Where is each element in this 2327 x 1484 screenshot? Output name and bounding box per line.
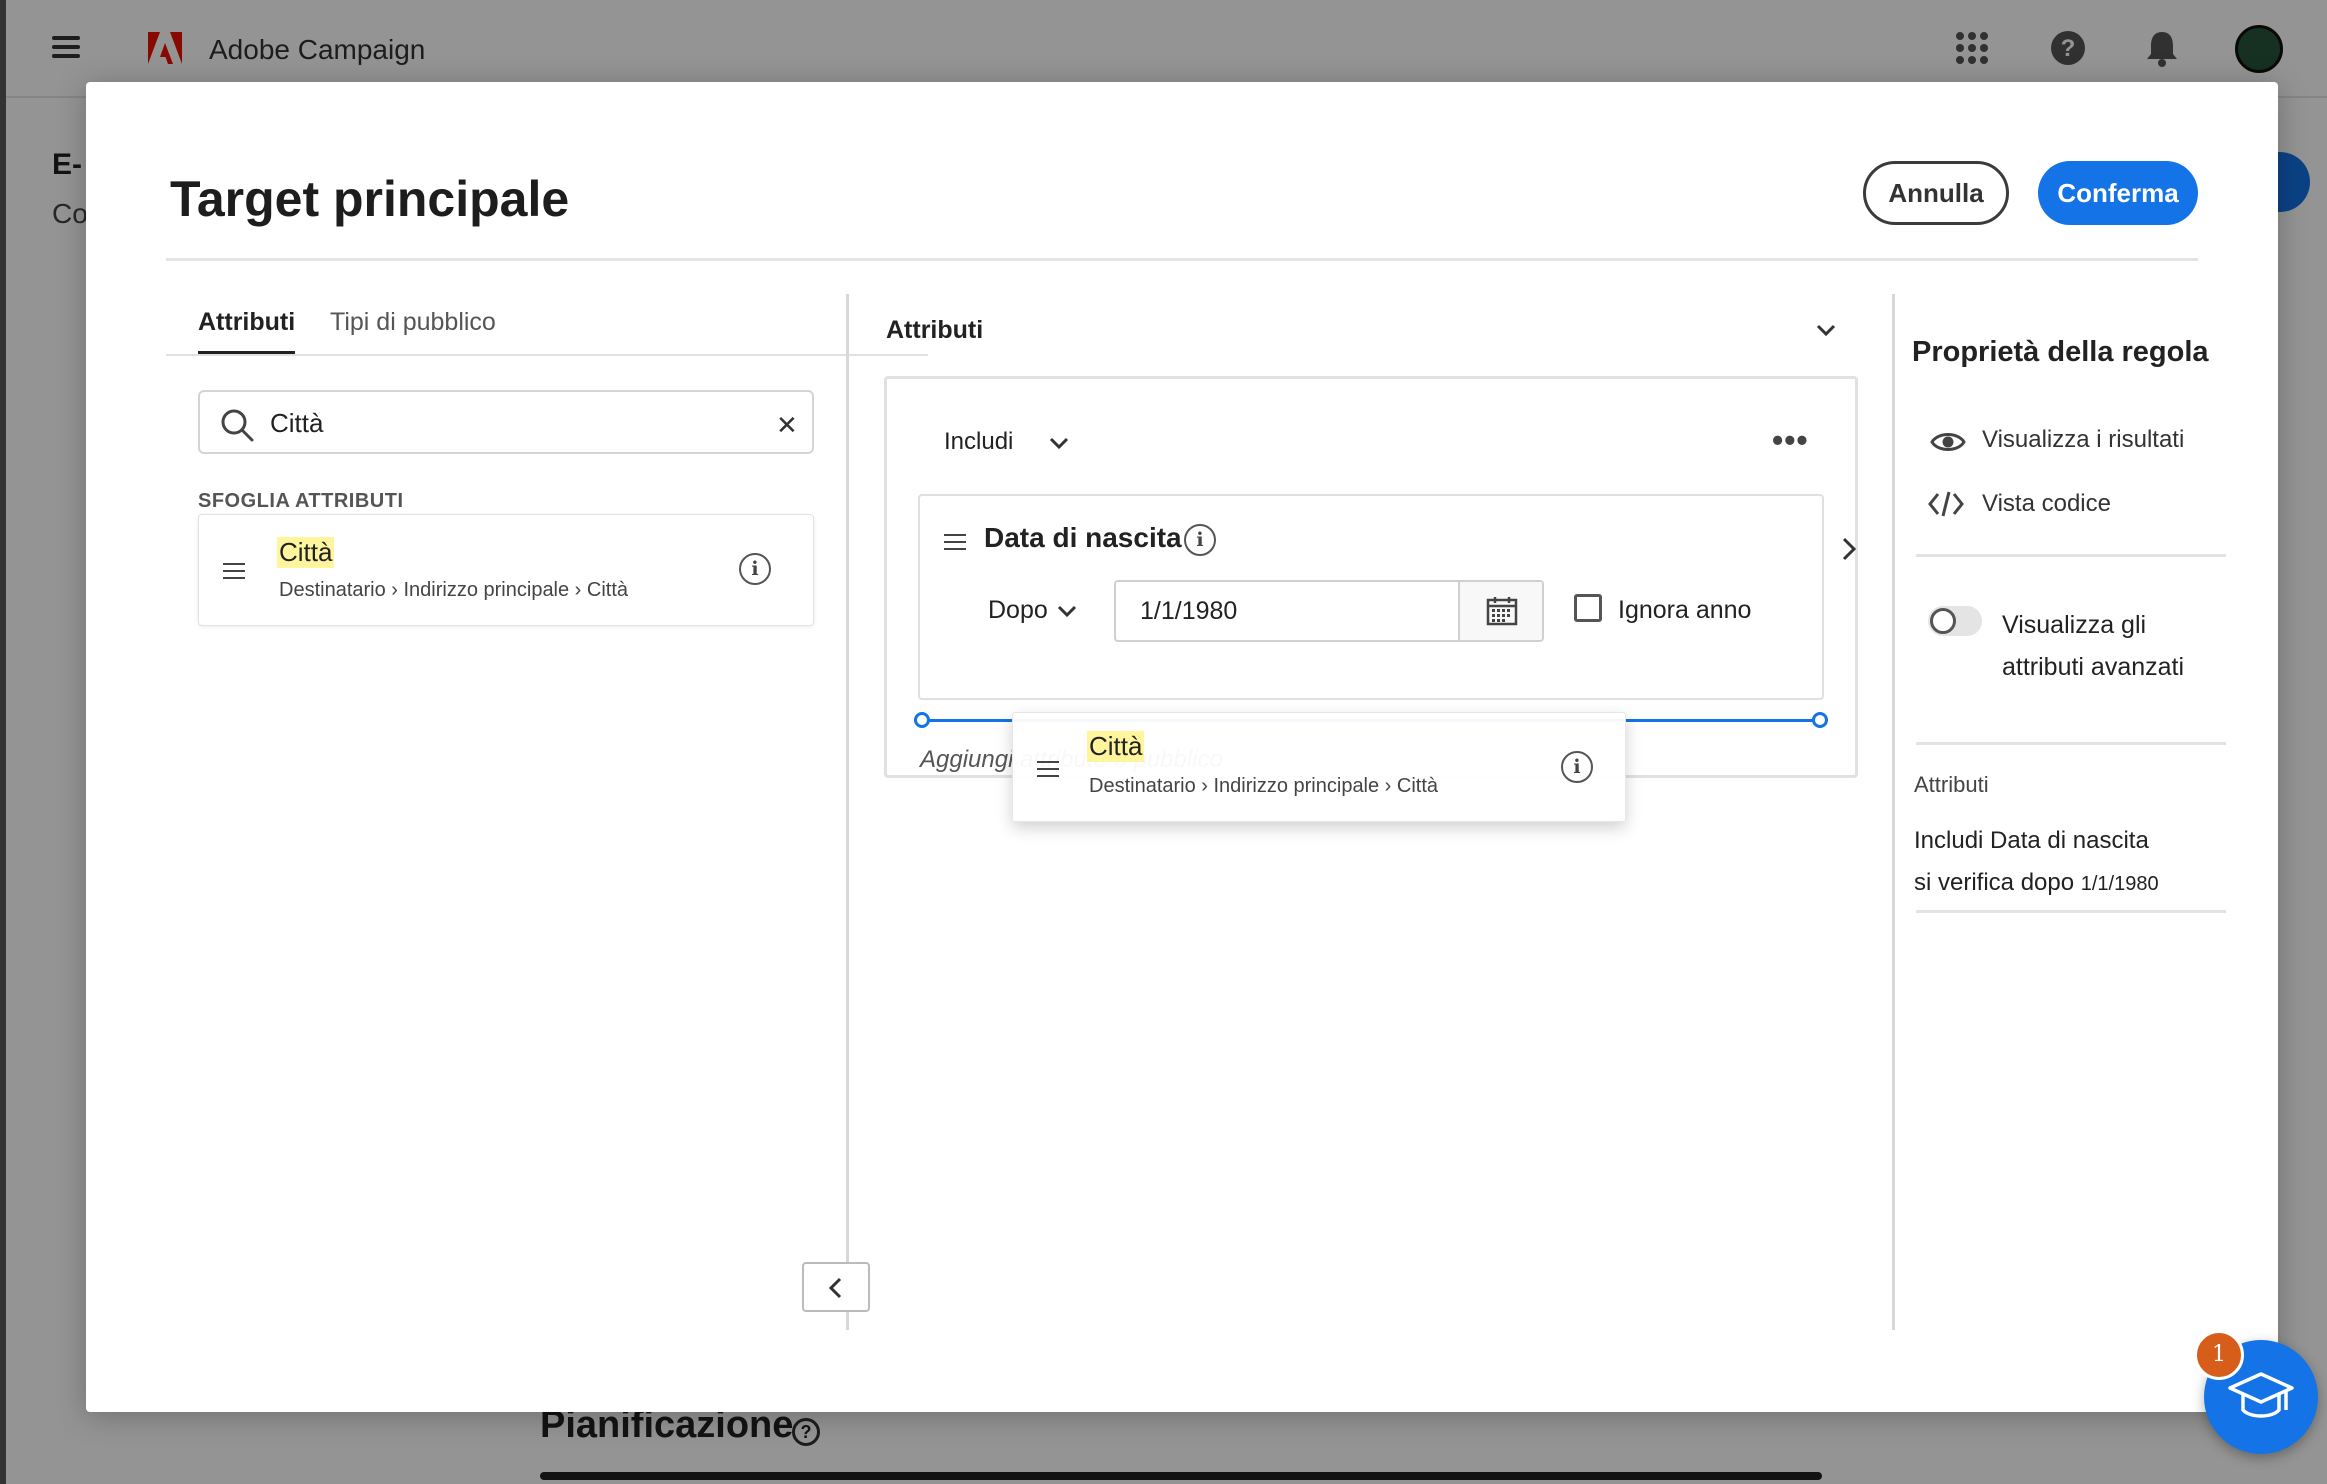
separator [1916, 554, 2226, 557]
ignore-year-label: Ignora anno [1618, 596, 1752, 624]
code-icon[interactable] [1928, 490, 1964, 518]
chevron-down-icon[interactable] [1814, 318, 1838, 342]
search-value: Città [270, 408, 324, 438]
chevron-down-icon[interactable] [1048, 432, 1070, 454]
panel-divider [1892, 294, 1895, 1330]
tab-divider [166, 354, 928, 356]
chevron-left-icon [828, 1277, 842, 1299]
eye-icon[interactable] [1930, 428, 1966, 456]
modal-title: Target principale [170, 171, 570, 227]
browse-attributes-label: SFOGLIA ATTRIBUTI [198, 490, 404, 512]
drop-indicator-start [914, 712, 930, 728]
summary-line-2: si verifica dopo 1/1/1980 [1914, 862, 2214, 905]
close-icon[interactable]: ✕ [776, 410, 798, 441]
cancel-button[interactable]: Annulla [1863, 161, 2009, 225]
search-input[interactable]: Città ✕ [198, 390, 814, 454]
advanced-attributes-toggle[interactable] [1928, 606, 1982, 636]
drag-handle-icon[interactable] [944, 534, 966, 550]
graduation-cap-icon [2228, 1372, 2294, 1418]
date-picker-button[interactable] [1458, 580, 1544, 642]
advanced-attributes-label: Visualizza gli attributi avanzati [2002, 611, 2185, 681]
attributes-section-header: Attributi [886, 316, 984, 344]
chevron-down-icon[interactable] [1056, 600, 1078, 622]
toggle-knob [1930, 608, 1956, 634]
notification-badge: 1 [2194, 1330, 2244, 1380]
confirm-button[interactable]: Conferma [2038, 161, 2198, 225]
drag-handle-icon[interactable] [223, 563, 245, 579]
code-view-action[interactable]: Vista codice [1982, 490, 2111, 518]
tab-tipi-di-pubblico[interactable]: Tipi di pubblico [330, 308, 496, 351]
calendar-icon [1486, 597, 1518, 626]
info-icon[interactable]: i [1561, 751, 1593, 783]
operator-dropdown[interactable]: Dopo [988, 596, 1048, 625]
attribute-list-item[interactable]: Città Destinatario › Indirizzo principal… [198, 514, 814, 626]
summary-attributes-label: Attributi [1914, 772, 1989, 797]
summary-line-1: Includi Data di nascita [1914, 827, 2149, 854]
info-icon[interactable]: i [1184, 524, 1216, 556]
tab-attributi[interactable]: Attributi [198, 308, 296, 355]
attribute-path: Destinatario › Indirizzo principale › Ci… [1089, 775, 1439, 797]
chevron-right-icon[interactable] [1838, 534, 1860, 564]
rule-title: Data di nascita [984, 522, 1182, 553]
rule-properties-title: Proprietà della regola [1912, 336, 2209, 368]
attribute-name: Città [1087, 731, 1145, 762]
attribute-path: Destinatario › Indirizzo principale › Ci… [279, 579, 629, 601]
info-icon[interactable]: i [739, 553, 771, 585]
ignore-year-checkbox[interactable] [1574, 594, 1602, 622]
panel-divider [846, 294, 849, 1330]
summary-condition: si verifica dopo [1914, 869, 2075, 896]
rule-summary: Includi Data di nascita si verifica dopo… [1914, 820, 2214, 905]
separator [1916, 910, 2226, 913]
drop-indicator-end [1812, 712, 1828, 728]
more-options-icon[interactable]: ••• [1772, 422, 1809, 459]
drag-handle-icon[interactable] [1037, 761, 1059, 777]
window-edge [0, 0, 6, 1484]
target-modal: Target principale Annulla Conferma Attri… [86, 82, 2278, 1412]
include-dropdown-label[interactable]: Includi [944, 428, 1013, 456]
header-divider [166, 258, 2198, 261]
search-icon [221, 409, 254, 442]
attribute-name: Città [277, 537, 335, 568]
date-field[interactable]: 1/1/1980 [1114, 580, 1460, 642]
dragged-attribute-item[interactable]: Città Destinatario › Indirizzo principal… [1012, 712, 1626, 822]
separator [1916, 742, 2226, 745]
view-results-action[interactable]: Visualizza i risultati [1982, 426, 2184, 454]
summary-date: 1/1/1980 [2080, 873, 2159, 895]
collapse-panel-button[interactable] [802, 1262, 870, 1312]
